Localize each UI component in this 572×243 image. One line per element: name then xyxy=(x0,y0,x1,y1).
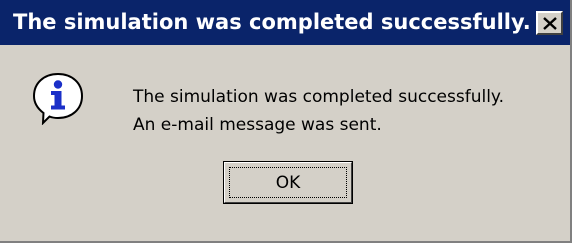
message-line-1: The simulation was completed successfull… xyxy=(133,87,504,107)
message-dialog: The simulation was completed successfull… xyxy=(0,0,572,243)
ok-button[interactable]: OK xyxy=(223,161,353,204)
info-icon xyxy=(32,72,84,125)
dialog-title: The simulation was completed successfull… xyxy=(13,10,531,34)
close-button[interactable] xyxy=(536,11,563,35)
title-bar[interactable]: The simulation was completed successfull… xyxy=(0,0,570,45)
message-line-2: An e-mail message was sent. xyxy=(133,115,382,135)
message-text: The simulation was completed successfull… xyxy=(133,83,504,139)
close-icon xyxy=(543,17,557,30)
ok-button-label: OK xyxy=(275,172,301,193)
